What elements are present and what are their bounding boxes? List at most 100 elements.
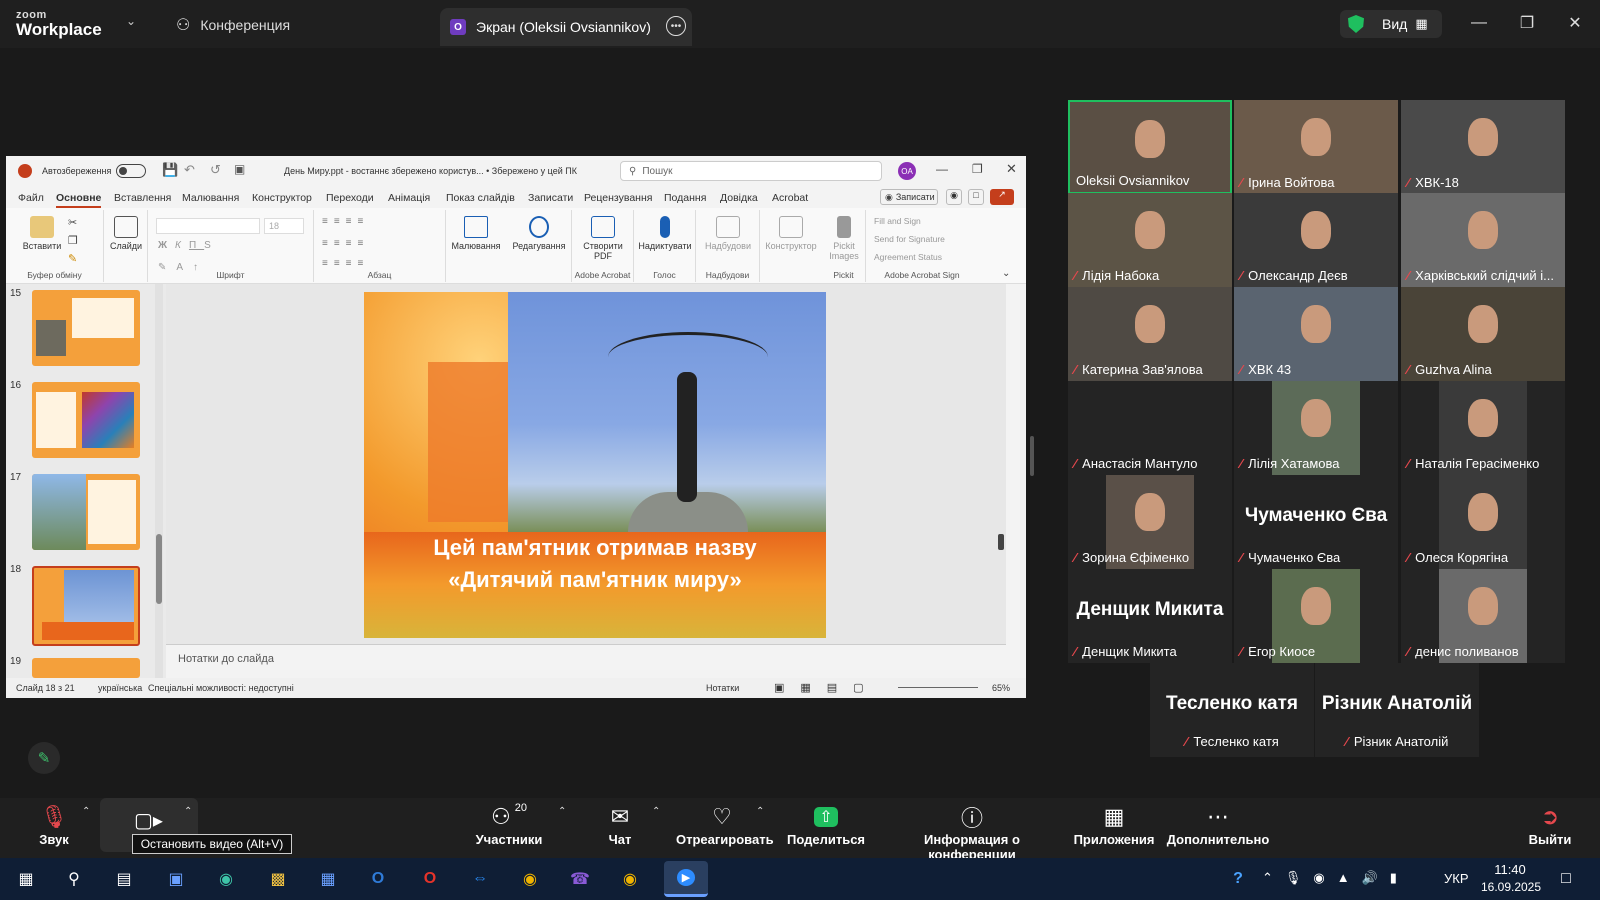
participant-tile[interactable]: Тесленко катя ∕ Тесленко катя [1150,663,1314,757]
notifications-icon[interactable]: □ [1550,864,1582,894]
more-button[interactable]: ⋯ Дополнительно [1166,802,1270,847]
share-icon[interactable]: ↗ [990,189,1014,205]
participant-tile[interactable]: ∕ Анастасія Мантуло [1068,381,1232,475]
store-icon[interactable]: ▦ [312,864,344,894]
slides-button[interactable]: Слайди [108,216,144,251]
windows-start-icon[interactable]: ▦ [10,864,42,894]
camera-icon[interactable]: ◉ [946,189,962,205]
slide-thumbnail-19[interactable] [32,658,140,678]
tab-insert[interactable]: Вставлення [114,192,171,204]
font-format-buttons[interactable]: ЖКПS [158,240,219,251]
create-pdf-button[interactable]: Створити PDF [574,216,632,261]
chat-options-icon[interactable]: ⌃ [652,806,660,817]
audio-button[interactable]: 🎙 Звук [24,802,84,847]
edge-icon[interactable]: ◉ [210,864,242,894]
teamviewer-icon[interactable]: ⇔ [464,864,496,894]
help-icon[interactable]: ? [1222,864,1254,894]
zoom-taskbar-icon[interactable]: ▶ [664,861,708,897]
meeting-info-button[interactable]: ⓘ Информация о конференции [880,802,1064,862]
accessibility-status[interactable]: Спеціальні можливості: недоступні [148,683,294,693]
zoom-slider[interactable] [898,687,978,688]
participant-tile[interactable]: ∕ Катерина Зав'ялова [1068,287,1232,381]
opera-icon[interactable]: O [414,864,446,894]
tab-file[interactable]: Файл [18,192,44,204]
tab-conference[interactable]: ⚇ Конференция [176,10,290,40]
redo-icon[interactable]: ↺ [210,162,221,178]
tab-home[interactable]: Основне [56,192,102,208]
leave-button[interactable]: ➲ Выйти [1524,802,1576,847]
addins-button[interactable]: Надбудови [698,216,758,251]
participant-tile[interactable]: ∕ Лілія Хатамова [1234,381,1398,475]
annotate-pencil-icon[interactable]: ✎ [28,742,60,774]
outlook-icon[interactable]: O [362,864,394,894]
chevron-down-icon[interactable]: ⌄ [126,14,136,28]
tab-view[interactable]: Подання [664,192,706,204]
chrome-alt-icon[interactable]: ◉ [614,864,646,894]
participants-options-icon[interactable]: ⌃ [558,806,566,817]
apps-button[interactable]: ▦ Приложения [1072,802,1156,847]
slide-thumbnail-15[interactable] [32,290,140,366]
splitter-handle[interactable] [1030,436,1034,476]
undo-icon[interactable]: ↶ [184,162,195,178]
zoom-level[interactable]: 65% [992,683,1010,693]
viber-icon[interactable]: ☎ [564,864,596,894]
drawing-button[interactable]: Малювання [448,216,504,251]
paste-button[interactable]: Вставити [20,216,64,251]
participant-tile[interactable]: Чумаченко Єва ∕ Чумаченко Єва [1234,475,1398,569]
participant-tile[interactable]: Oleksii Ovsiannikov [1068,100,1232,194]
tab-record[interactable]: Записати [528,192,573,204]
save-app-icon[interactable]: ▣ [160,864,192,894]
slide-thumbnail-17[interactable] [32,474,140,550]
more-options-icon[interactable]: ••• [666,16,686,36]
slide-notes[interactable]: Нотатки до слайда [166,644,1006,678]
cut-icon[interactable]: ✂ [68,216,77,229]
chrome-icon[interactable]: ◉ [514,864,546,894]
participants-button[interactable]: ⚇ 20 Участники [470,802,548,847]
pickit-button[interactable]: Pickit Images [824,216,864,261]
system-tray-icons[interactable]: ⌃🎙◉▲🔊▮ [1262,870,1409,886]
minimize-icon[interactable]: — [1464,10,1494,36]
slide-thumbnail-16[interactable] [32,382,140,458]
tab-help[interactable]: Довідка [720,192,758,204]
tab-transitions[interactable]: Переходи [326,192,374,204]
audio-options-icon[interactable]: ⌃ [82,806,90,817]
share-screen-button[interactable]: ⇧ Поделиться [784,802,868,847]
participant-tile[interactable]: ∕ ХВК 43 [1234,287,1398,381]
thumbs-scrollbar[interactable] [155,284,163,678]
participant-tile[interactable]: ∕ Егор Киосе [1234,569,1398,663]
language-status[interactable]: українська [98,683,142,693]
clock-date[interactable]: 16.09.2025 [1476,880,1546,894]
format-painter-icon[interactable]: ✎ [68,252,77,265]
ribbon-collapse-icon[interactable]: ⌄ [1002,268,1010,279]
font-size-select[interactable]: 18 [264,218,304,234]
task-view-icon[interactable]: ▤ [108,864,140,894]
participant-tile[interactable]: ∕ ХВК-18 [1401,100,1565,194]
participant-tile[interactable]: Денщик Микита ∕ Денщик Микита [1068,569,1232,663]
designer-button[interactable]: Конструктор [762,216,820,251]
ppt-minimize-icon[interactable]: — [936,162,948,176]
tab-review[interactable]: Рецензування [584,192,652,204]
indent-buttons[interactable]: ≡≡≡≡ [322,238,369,249]
participant-tile[interactable]: Різник Анатолій ∕ Різник Анатолій [1315,663,1479,757]
tab-slideshow[interactable]: Показ слайдів [446,192,515,204]
participant-tile[interactable]: ∕ Зорина Єфіменко [1068,475,1232,569]
tab-screen-share[interactable]: O Экран (Oleksii Ovsiannikov) [440,8,692,46]
present-icon[interactable]: ▣ [234,162,245,176]
ppt-close-icon[interactable]: ✕ [1006,161,1017,177]
participant-tile[interactable]: ∕ Олеся Корягіна [1401,475,1565,569]
participant-tile[interactable]: ∕ Наталія Герасіменко [1401,381,1565,475]
record-button[interactable]: ◉ Записати [880,189,938,205]
agreement-status-button[interactable]: Agreement Status [874,252,942,262]
video-options-icon[interactable]: ⌃ [184,806,192,817]
user-avatar[interactable]: OA [898,162,916,180]
send-signature-button[interactable]: Send for Signature [874,234,945,244]
view-switcher[interactable]: ▣▦▤▢ [774,681,880,694]
participant-tile[interactable]: ∕ денис поливанов [1401,569,1565,663]
participant-tile[interactable]: ∕ Guzhva Alina [1401,287,1565,381]
tab-design[interactable]: Конструктор [252,192,312,204]
dictate-button[interactable]: Надиктувати [636,216,694,251]
current-slide[interactable]: Цей пам'ятник отримав назву «Дитячий пам… [364,292,826,638]
react-options-icon[interactable]: ⌃ [756,806,764,817]
editing-button[interactable]: Редагування [508,216,570,251]
participant-tile[interactable]: ∕ Ірина Войтова [1234,100,1398,194]
